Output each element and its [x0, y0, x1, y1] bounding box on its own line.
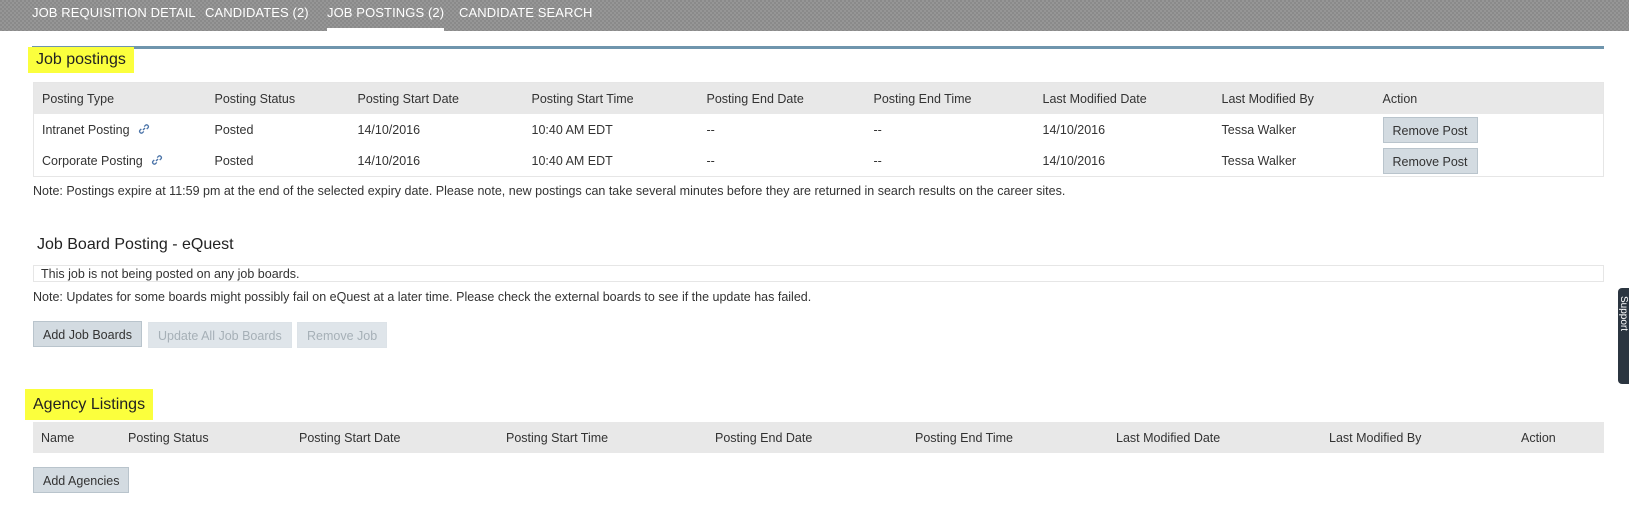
remove-job-button[interactable]: Remove Job	[297, 322, 388, 348]
table-row: Corporate Posting Posted 14/10/2016 10:4…	[34, 145, 1604, 177]
agency-listings-heading: Agency Listings	[25, 389, 154, 420]
posting-end-date-cell: --	[706, 122, 715, 137]
top-navigation: JOB REQUISITION DETAIL CANDIDATES (2) JO…	[0, 0, 1629, 31]
column-header: Posting Start Date	[349, 82, 524, 114]
posting-type-link[interactable]: Intranet Posting	[42, 123, 130, 137]
column-header: Name	[33, 422, 120, 453]
update-all-job-boards-button[interactable]: Update All Job Boards	[148, 322, 292, 348]
remove-post-button[interactable]: Remove Post	[1382, 116, 1478, 143]
job-postings-table: Posting Type Posting Status Posting Star…	[33, 82, 1604, 177]
posting-type-link[interactable]: Corporate Posting	[42, 154, 143, 168]
column-header: Posting End Time	[907, 422, 1108, 453]
table-header-row: Posting Type Posting Status Posting Star…	[33, 82, 1604, 114]
column-header: Posting Start Time	[498, 422, 707, 453]
posting-status-cell: Posted	[214, 153, 254, 168]
posting-type-cell[interactable]: Corporate Posting	[34, 145, 207, 177]
posting-end-date-cell: --	[706, 153, 715, 168]
postings-expiry-note: Note: Postings expire at 11:59 pm at the…	[33, 184, 1066, 198]
tab-candidate-search[interactable]: CANDIDATE SEARCH	[459, 0, 593, 31]
support-tab-label: Support	[1618, 296, 1629, 332]
action-cell: Remove Post	[1375, 114, 1604, 145]
column-header: Last Modified Date	[1034, 82, 1214, 114]
job-board-info: This job is not being posted on any job …	[33, 265, 1604, 282]
column-header: Posting Status	[206, 82, 350, 114]
posting-start-time-cell: 10:40 AM EDT	[531, 122, 613, 137]
agency-listings-table: Name Posting Status Posting Start Date P…	[33, 422, 1604, 453]
action-cell: Remove Post	[1375, 145, 1604, 177]
table-header-row: Name Posting Status Posting Start Date P…	[33, 422, 1604, 453]
support-tab[interactable]: Support	[1618, 288, 1629, 384]
table-row: Intranet Posting Posted 14/10/2016 10:40…	[34, 114, 1604, 145]
column-header: Posting Type	[33, 82, 207, 114]
column-header: Last Modified By	[1213, 82, 1375, 114]
column-header: Posting Status	[120, 422, 291, 453]
link-icon[interactable]	[138, 123, 150, 135]
posting-start-date-cell: 14/10/2016	[357, 153, 421, 168]
posting-start-time-cell: 10:40 AM EDT	[531, 153, 613, 168]
column-header: Posting Start Time	[523, 82, 699, 114]
last-modified-date-cell: 14/10/2016	[1042, 122, 1106, 137]
link-icon[interactable]	[151, 154, 163, 166]
add-job-boards-button[interactable]: Add Job Boards	[33, 321, 142, 347]
tab-job-requisition-detail[interactable]: JOB REQUISITION DETAIL	[32, 0, 196, 31]
column-header: Action	[1374, 82, 1604, 114]
column-header: Posting Start Date	[291, 422, 498, 453]
posting-status-cell: Posted	[214, 122, 254, 137]
posting-start-date-cell: 14/10/2016	[357, 122, 421, 137]
section-divider-bar	[32, 46, 1604, 49]
last-modified-by-cell: Tessa Walker	[1221, 122, 1297, 137]
column-header: Posting End Time	[865, 82, 1035, 114]
column-header: Posting End Date	[698, 82, 866, 114]
job-postings-heading: Job postings	[28, 47, 134, 73]
add-agencies-button[interactable]: Add Agencies	[33, 467, 130, 493]
last-modified-date-cell: 14/10/2016	[1042, 153, 1106, 168]
tab-candidates[interactable]: CANDIDATES (2)	[205, 0, 309, 31]
column-header: Action	[1513, 422, 1604, 453]
job-board-heading: Job Board Posting - eQuest	[37, 236, 234, 253]
last-modified-by-cell: Tessa Walker	[1221, 153, 1297, 168]
column-header: Last Modified By	[1321, 422, 1513, 453]
posting-end-time-cell: --	[873, 153, 882, 168]
remove-post-button[interactable]: Remove Post	[1382, 147, 1478, 174]
tab-job-postings[interactable]: JOB POSTINGS (2)	[327, 0, 445, 31]
column-header: Posting End Date	[707, 422, 907, 453]
posting-type-cell[interactable]: Intranet Posting	[34, 114, 207, 145]
column-header: Last Modified Date	[1108, 422, 1321, 453]
posting-end-time-cell: --	[873, 122, 882, 137]
job-board-note: Note: Updates for some boards might poss…	[33, 290, 812, 304]
